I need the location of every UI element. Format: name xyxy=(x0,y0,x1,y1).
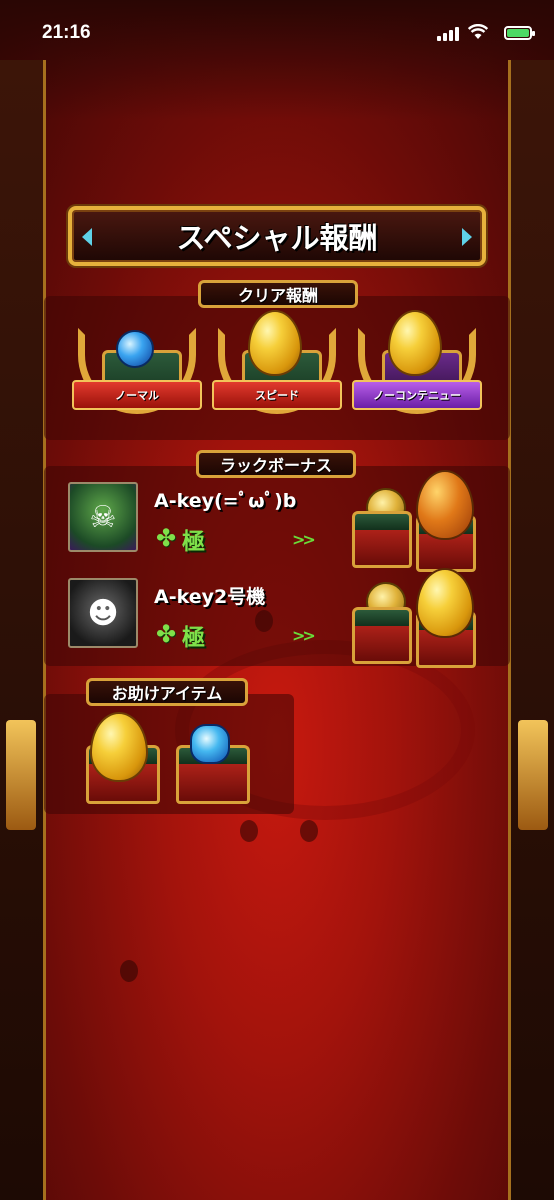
frame-ornament xyxy=(6,720,36,830)
status-time: 21:16 xyxy=(42,22,91,43)
player-name: A-key(=ﾟωﾟ)b xyxy=(154,490,297,512)
treasure-chest-icon xyxy=(352,511,412,568)
helper-items-tag: お助けアイテム xyxy=(86,678,248,706)
player-name: A-key2号機 xyxy=(154,586,266,608)
reward-ribbon: ノーマル xyxy=(72,380,202,410)
clear-reward-no-continue[interactable]: ノーコンテニュー xyxy=(352,310,482,430)
luck-row[interactable]: ☻ A-key2号機 ✤ 極 >> xyxy=(0,568,554,668)
clear-reward-tag: クリア報酬 xyxy=(198,280,358,308)
footprint-decor xyxy=(120,960,138,982)
banner-tip-right xyxy=(462,228,472,246)
footprint-decor xyxy=(300,820,318,842)
reward-ribbon: スピード xyxy=(212,380,342,410)
cellular-signal-icon xyxy=(437,27,459,41)
golden-egg-icon xyxy=(248,310,302,376)
clover-icon: ✤ xyxy=(156,524,177,552)
frame-ornament xyxy=(518,720,548,830)
reward-ribbon: ノーコンテニュー xyxy=(352,380,482,410)
treasure-chest-icon xyxy=(352,607,412,664)
orb-gem-icon[interactable] xyxy=(190,724,230,764)
luck-bonus-tag: ラックボーナス xyxy=(196,450,356,478)
banner-tip-left xyxy=(82,228,92,246)
battery-icon xyxy=(504,26,535,40)
golden-egg-icon xyxy=(388,310,442,376)
luck-row[interactable]: ☠ A-key(=ﾟωﾟ)b ✤ 極 >> xyxy=(0,470,554,572)
helper-items-panel xyxy=(44,694,294,814)
clover-icon: ✤ xyxy=(156,620,177,648)
status-bar: 21:16 xyxy=(0,0,554,60)
title-banner: スペシャル報酬 xyxy=(68,206,486,266)
wifi-icon xyxy=(468,24,488,39)
luck-grade: 極 xyxy=(182,625,205,651)
arrow-icon: >> xyxy=(292,626,316,645)
page-title: スペシャル報酬 xyxy=(176,221,378,255)
luck-grade: 極 xyxy=(182,529,205,555)
monster-avatar: ☠ xyxy=(68,482,138,552)
footprint-decor xyxy=(240,820,258,842)
monster-avatar: ☻ xyxy=(68,578,138,648)
treasure-chest-icon xyxy=(176,745,250,804)
clear-reward-normal[interactable]: ノーマル xyxy=(72,310,202,430)
orb-icon xyxy=(116,330,154,368)
clear-reward-speed[interactable]: スピード xyxy=(212,310,342,430)
lucky-egg-icon xyxy=(416,568,474,638)
arrow-icon: >> xyxy=(292,530,316,549)
